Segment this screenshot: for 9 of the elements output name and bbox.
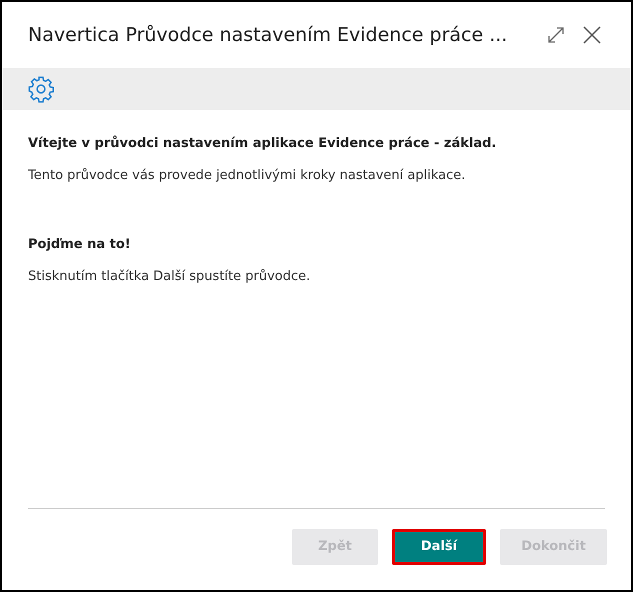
- section-heading: Pojďme na to!: [28, 236, 132, 254]
- wizard-button[interactable]: Další: [392, 529, 486, 565]
- window-title: Navertica Průvodce nastavením Evidence práce ...: [28, 22, 508, 48]
- expand-icon[interactable]: [547, 26, 565, 44]
- section-heading: Vítejte v průvodci nastavením aplikace Evidence práce - základ.: [28, 134, 498, 153]
- section-text: Stisknutím tlačítka Další spustíte průvodce.: [28, 268, 312, 286]
- settings-icon[interactable]: [27, 75, 55, 103]
- close-icon[interactable]: [583, 26, 601, 44]
- section-text: Tento průvodce vás provede jednotlivými kroky nastavení aplikace.: [28, 166, 466, 184]
